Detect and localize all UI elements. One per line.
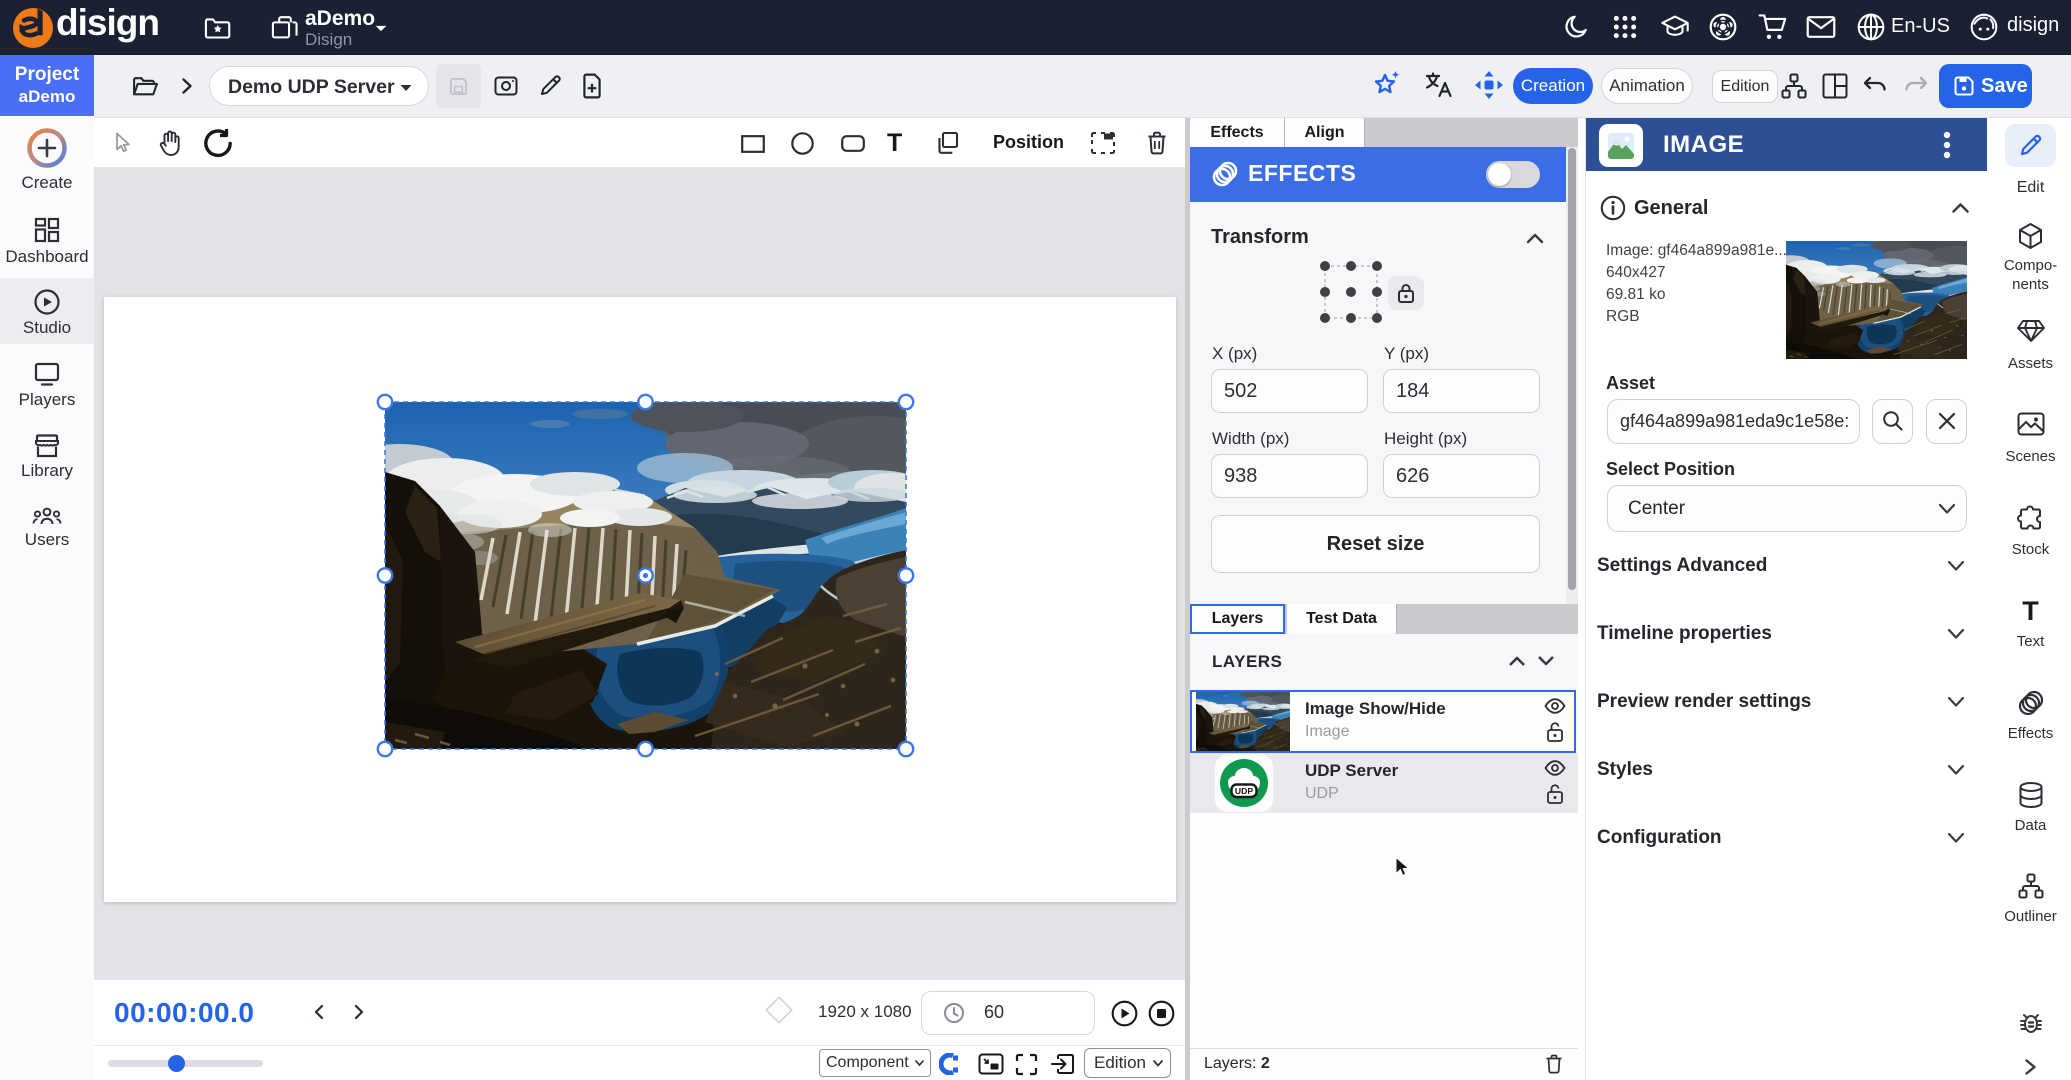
svg-text:UDP: UDP: [1235, 786, 1253, 796]
